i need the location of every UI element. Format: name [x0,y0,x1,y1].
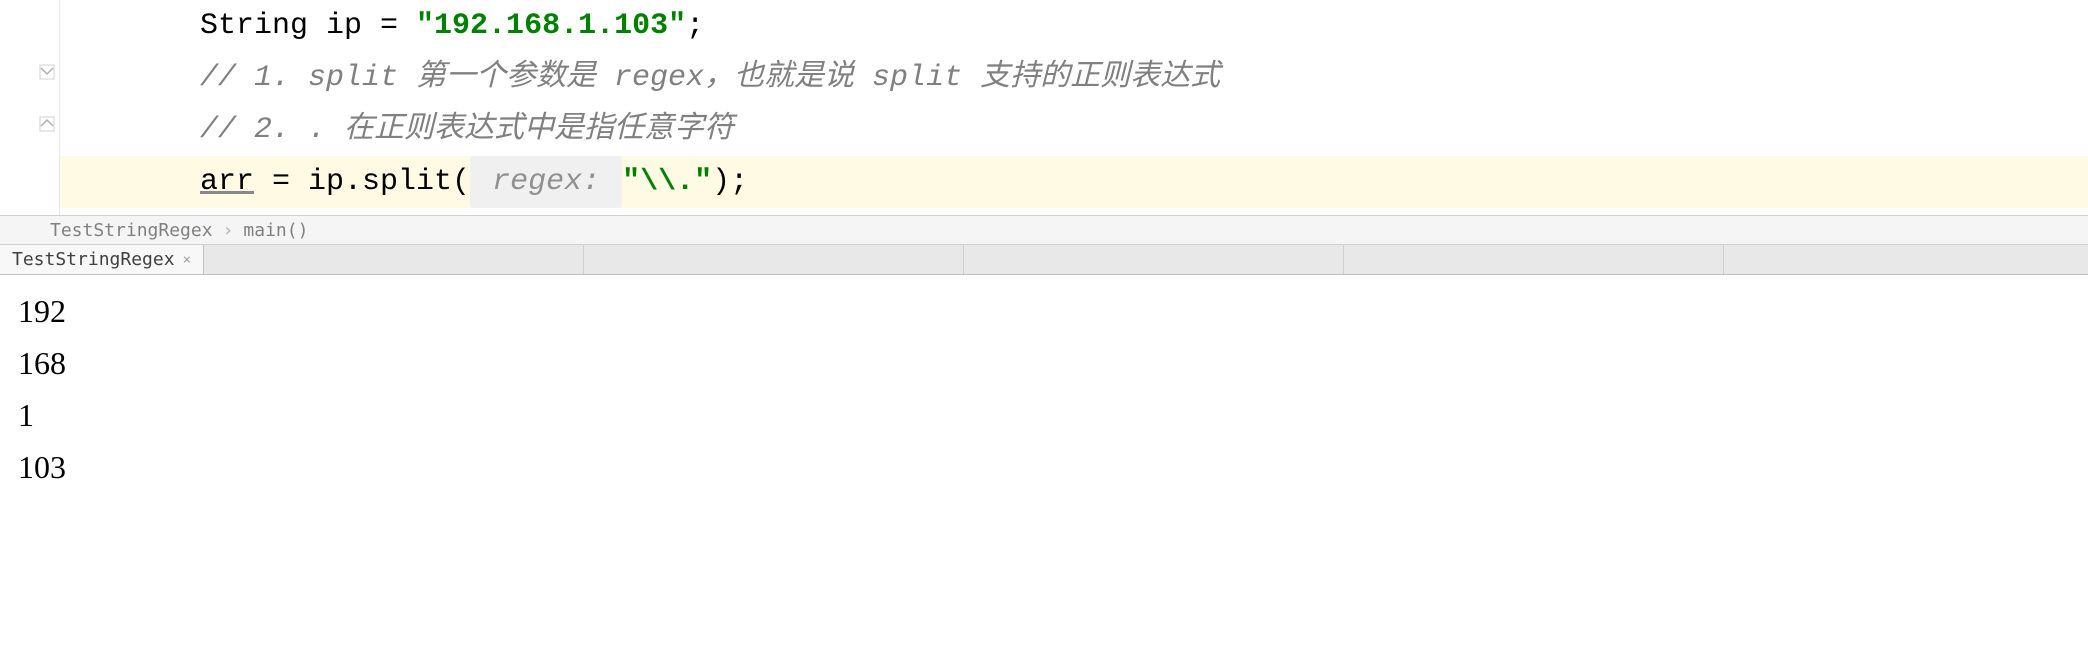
console-line[interactable]: 168 [18,337,2070,389]
code-text: ); [712,156,748,208]
tab-bar-empty [204,245,2088,274]
fold-collapse-icon[interactable] [37,62,57,82]
code-text: String ip = [200,0,416,52]
breadcrumb-item[interactable]: main() [243,220,308,241]
variable-name: arr [200,156,254,208]
tab-divider [584,245,964,274]
console-line[interactable]: 1 [18,389,2070,441]
code-content[interactable]: String ip = "192.168.1.103"; // 1. split… [60,0,2088,215]
code-line-2[interactable]: // 1. split 第一个参数是 regex，也就是说 split 支持的正… [130,52,2088,104]
tab-divider [204,245,584,274]
console-line[interactable]: 192 [18,285,2070,337]
comment-text: // 1. split 第一个参数是 regex，也就是说 split 支持的正… [200,52,1220,104]
close-icon[interactable]: × [183,252,191,268]
fold-expand-icon[interactable] [37,114,57,134]
console-line[interactable]: 103 [18,441,2070,493]
code-line-4-current[interactable]: arr = ip.split( regex: "\\."); [60,156,2088,208]
breadcrumb-item[interactable]: TestStringRegex [50,220,213,241]
code-line-3[interactable]: // 2. . 在正则表达式中是指任意字符 [130,104,2088,156]
parameter-hint: regex: [470,156,622,208]
console-output[interactable]: 192 168 1 103 [0,275,2088,503]
code-line-1[interactable]: String ip = "192.168.1.103"; [130,0,2088,52]
editor-gutter [0,0,60,215]
code-editor[interactable]: String ip = "192.168.1.103"; // 1. split… [0,0,2088,215]
tab-divider [964,245,1344,274]
string-literal: "192.168.1.103" [416,0,686,52]
breadcrumb: TestStringRegex › main() [0,215,2088,245]
tab-label: TestStringRegex [12,249,175,270]
code-text: ; [686,0,704,52]
tab-divider [1344,245,1724,274]
code-text: = ip.split( [254,156,470,208]
chevron-right-icon: › [223,220,234,241]
tab-test-string-regex[interactable]: TestStringRegex × [0,245,204,274]
comment-text: // 2. . 在正则表达式中是指任意字符 [200,104,734,156]
string-literal: "\\." [622,156,712,208]
selected-text: 192 [18,293,66,329]
console-tab-bar: TestStringRegex × [0,245,2088,275]
